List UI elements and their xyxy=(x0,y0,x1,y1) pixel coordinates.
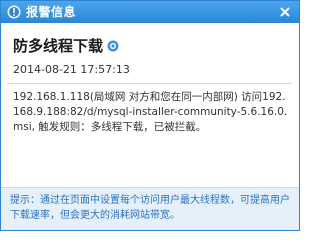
tip-text: 提示：通过在页面中设置每个访问用户最大线程数，可提高用户下载速率，但会更大的消耗… xyxy=(10,195,290,221)
window-title: 报警信息 xyxy=(26,5,77,19)
heading-row: 防多线程下载 xyxy=(13,35,119,56)
alert-heading: 防多线程下载 xyxy=(13,37,104,55)
alert-shield-icon xyxy=(7,5,21,19)
alert-window: 报警信息 防多线程下载 2014-08-21 17:57:13 192.168.… xyxy=(0,0,300,231)
tip-footer: 提示：通过在页面中设置每个访问用户最大线程数，可提高用户下载速率，但会更大的消耗… xyxy=(1,187,299,230)
close-icon xyxy=(280,7,290,17)
divider xyxy=(7,83,292,84)
close-button[interactable] xyxy=(277,4,293,20)
alert-timestamp: 2014-08-21 17:57:13 xyxy=(13,63,130,76)
alert-content: 防多线程下载 2014-08-21 17:57:13 192.168.1.118… xyxy=(1,23,299,187)
info-gear-icon[interactable] xyxy=(107,40,119,52)
title-bar[interactable]: 报警信息 xyxy=(1,1,299,23)
alert-message: 192.168.1.118(局域网 对方和您在同一内部网) 访问192.168.… xyxy=(13,91,288,133)
